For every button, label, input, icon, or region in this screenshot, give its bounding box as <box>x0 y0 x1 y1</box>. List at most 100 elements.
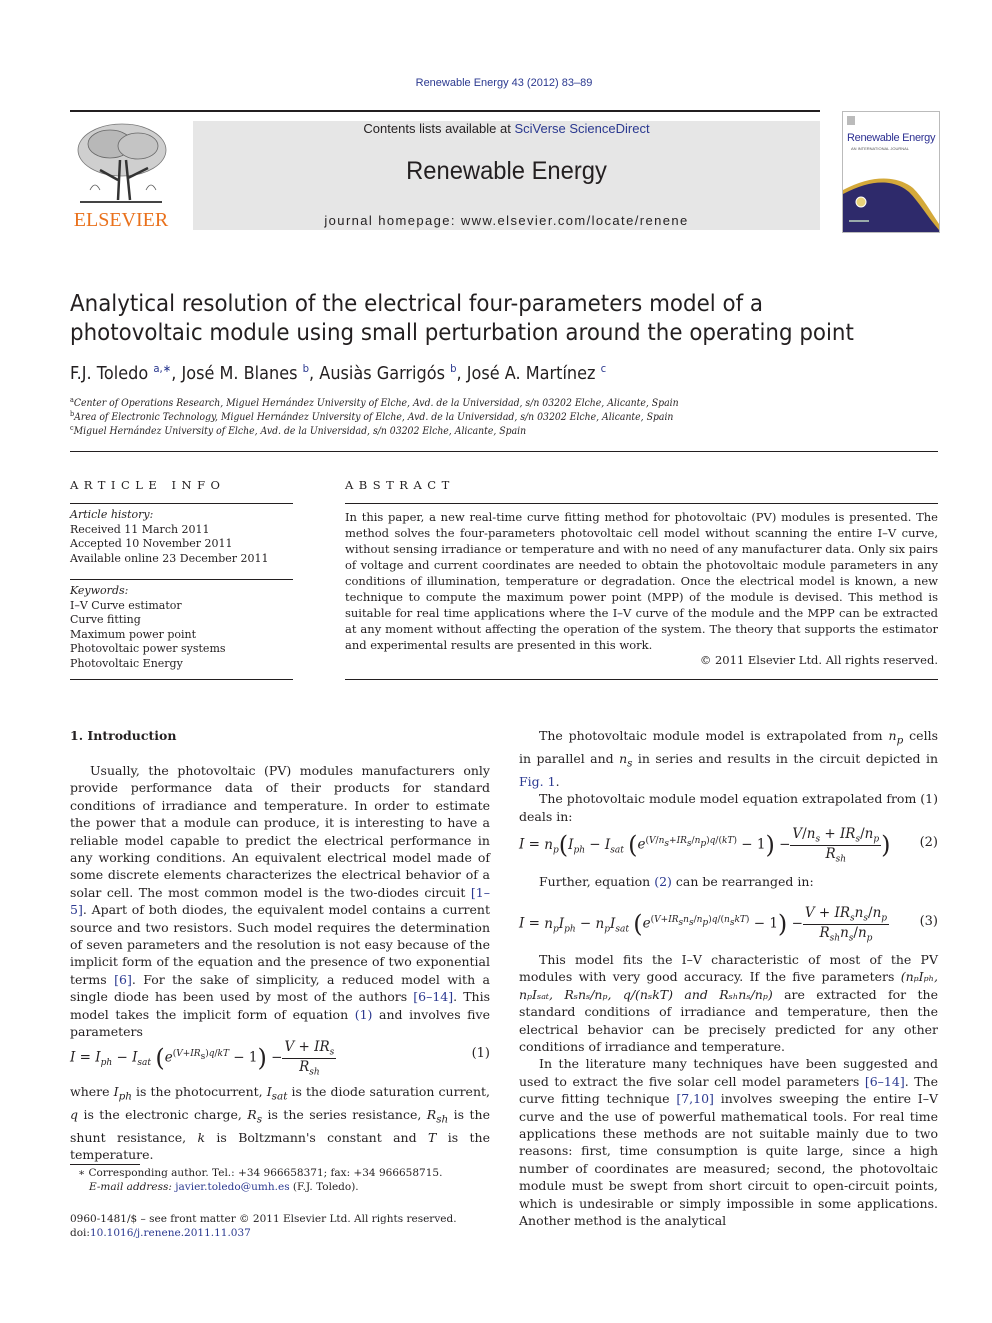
citation-link[interactable]: [7,10] <box>676 1091 714 1106</box>
citation-link[interactable]: [6–14] <box>413 989 453 1004</box>
contents-line: Contents lists available at SciVerse Sci… <box>193 121 820 137</box>
footnote-rule <box>70 1164 140 1165</box>
email-link[interactable]: javier.toledo@umh.es <box>175 1181 289 1193</box>
keyword-item: Photovoltaic Energy <box>70 656 183 670</box>
keyword-item: Photovoltaic power systems <box>70 642 226 655</box>
text-run: The photovoltaic module model equation e… <box>519 791 938 824</box>
front-matter-note: 0960-1481/$ – see front matter © 2011 El… <box>70 1212 490 1240</box>
author-separator: , <box>456 364 467 384</box>
history-received: Received 11 March 2011 <box>70 522 210 536</box>
elsevier-wordmark: ELSEVIER <box>73 209 169 231</box>
doi-link[interactable]: 10.1016/j.renene.2011.11.037 <box>90 1227 251 1239</box>
abstract-bottom-rule <box>345 679 938 680</box>
text-run: is the electronic charge, <box>78 1106 248 1122</box>
text-run: involves sweeping the entire I–V curve a… <box>519 1091 938 1229</box>
contents-prefix: Contents lists available at <box>363 121 515 136</box>
right-paragraph-1: The photovoltaic module model is extrapo… <box>519 728 939 824</box>
keyword-item: I–V Curve estimator <box>70 598 182 612</box>
affiliation-b: bArea of Electronic Technology, Miguel H… <box>70 410 673 423</box>
email-suffix: (F.J. Toledo). <box>289 1181 359 1193</box>
author-name[interactable]: José M. Blanes <box>181 364 297 384</box>
equation-link[interactable]: (1) <box>355 1007 373 1022</box>
text-run: This model fits the I–V characteristic o… <box>519 952 938 985</box>
title-block-rule <box>70 451 938 452</box>
affiliation-c: cMiguel Hernández University of Elche, A… <box>70 424 526 437</box>
keywords-label: Keywords: <box>70 584 129 597</box>
intro-paragraph-1: Usually, the photovoltaic (PV) modules m… <box>70 762 490 1041</box>
text-run: can be rearranged in: <box>671 874 814 889</box>
article-info-bottom-rule <box>70 679 293 680</box>
sciencedirect-link[interactable]: SciVerse ScienceDirect <box>514 121 649 136</box>
article-info-heading: ARTICLE INFO <box>70 478 226 492</box>
right-paragraph-2: Further, equation (2) can be rearranged … <box>519 873 938 890</box>
affiliation-text: Area of Electronic Technology, Miguel He… <box>74 412 674 423</box>
author-affiliation-marker[interactable]: a,∗ <box>153 362 171 375</box>
text-run: . <box>555 773 560 789</box>
affiliation-text: Center of Operations Research, Miguel He… <box>73 398 679 409</box>
journal-citation[interactable]: Renewable Energy 43 (2012) 83–89 <box>0 77 992 89</box>
text-run: is the diode saturation current, <box>287 1084 490 1099</box>
journal-cover-thumbnail[interactable]: Renewable Energy AN INTERNATIONAL JOURNA… <box>842 111 940 233</box>
text-run: Usually, the photovoltaic (PV) modules m… <box>70 763 490 900</box>
affiliation-a: aCenter of Operations Research, Miguel H… <box>70 396 679 409</box>
abstract-copyright: © 2011 Elsevier Ltd. All rights reserved… <box>699 653 938 667</box>
journal-banner: Contents lists available at SciVerse Sci… <box>193 121 820 230</box>
elsevier-logo[interactable]: ELSEVIER <box>70 120 172 232</box>
text-run: The photovoltaic module model is extrapo… <box>539 728 889 743</box>
equation-1: I = Iph − Isat (e(V+IRs)q/kT − 1) − V + … <box>70 1038 490 1078</box>
abstract-text: In this paper, a new real-time curve fit… <box>345 510 938 652</box>
equation-number: (2) <box>919 835 938 850</box>
author-list: F.J. Toledo a,∗, José M. Blanes b, Ausià… <box>70 362 606 384</box>
keywords-rule <box>70 579 293 580</box>
article-info-rule <box>70 503 293 504</box>
article-history: Article history: Received 11 March 2011 … <box>70 508 293 566</box>
keywords-block: Keywords: I–V Curve estimator Curve fitt… <box>70 584 293 671</box>
homepage-link[interactable]: www.elsevier.com/locate/renene <box>461 213 689 228</box>
abstract-rule <box>345 503 938 504</box>
figure-link[interactable]: Fig. 1 <box>519 774 556 789</box>
article-history-label: Article history: <box>70 508 154 521</box>
text-run: in series and results in the circuit dep… <box>632 750 939 766</box>
abstract-heading: ABSTRACT <box>345 478 455 492</box>
history-accepted: Accepted 10 November 2011 <box>70 537 233 550</box>
homepage-label: journal homepage: <box>324 213 461 228</box>
citation-link[interactable]: [6] <box>114 972 132 987</box>
front-matter-text: 0960-1481/$ – see front matter © 2011 El… <box>70 1213 457 1225</box>
author-separator: , <box>309 364 320 384</box>
equation-3: I = npIph − npIsat (e(V+IRsns/np)q/(nskT… <box>519 904 938 944</box>
equation-link[interactable]: (2) <box>654 874 672 889</box>
keyword-item: Maximum power point <box>70 627 197 641</box>
section-heading-introduction: 1. Introduction <box>70 728 177 743</box>
corresponding-author-text: ∗ Corresponding author. Tel.: +34 966658… <box>78 1167 443 1179</box>
journal-title: Renewable Energy <box>406 157 607 185</box>
affiliation-text: Miguel Hernández University of Elche, Av… <box>73 426 527 437</box>
cover-artwork-icon <box>843 116 939 232</box>
journal-homepage: journal homepage: www.elsevier.com/locat… <box>193 213 820 228</box>
header-rule <box>70 110 820 112</box>
text-run: where <box>70 1084 114 1099</box>
author-separator: , <box>171 364 182 384</box>
author-name[interactable]: F.J. Toledo <box>70 364 148 384</box>
corresponding-author-note: ∗ Corresponding author. Tel.: +34 966658… <box>78 1166 498 1194</box>
right-paragraph-3: This model fits the I–V characteristic o… <box>519 951 938 1230</box>
article-title: Analytical resolution of the electrical … <box>70 291 854 346</box>
elsevier-tree-icon <box>70 120 172 208</box>
keyword-item: Curve fitting <box>70 613 141 626</box>
text-run: is the photocurrent, <box>131 1084 267 1099</box>
equation-number: (1) <box>471 1046 490 1061</box>
history-online: Available online 23 December 2011 <box>70 551 269 565</box>
equation-2: I = np(Iph − Isat (e(V/ns+IRs/np)q/(kT) … <box>519 825 938 865</box>
text-run: is the series resistance, <box>262 1106 427 1122</box>
text-run: is Boltzmann's constant and <box>205 1129 428 1145</box>
author-affiliation-marker[interactable]: c <box>601 362 607 375</box>
cover-title: Renewable Energy <box>847 132 936 144</box>
author-name[interactable]: Ausiàs Garrigós <box>319 364 445 384</box>
doi-label: doi: <box>70 1227 90 1239</box>
text-run: Further, equation <box>539 874 655 889</box>
intro-paragraph-2: where Iph is the photocurrent, Isat is t… <box>70 1084 490 1163</box>
email-label: E-mail address: <box>89 1181 176 1193</box>
citation-link[interactable]: [6–14] <box>865 1074 905 1089</box>
equation-number: (3) <box>919 914 938 929</box>
cover-subtitle: AN INTERNATIONAL JOURNAL <box>851 146 910 151</box>
author-name[interactable]: José A. Martínez <box>467 364 596 384</box>
